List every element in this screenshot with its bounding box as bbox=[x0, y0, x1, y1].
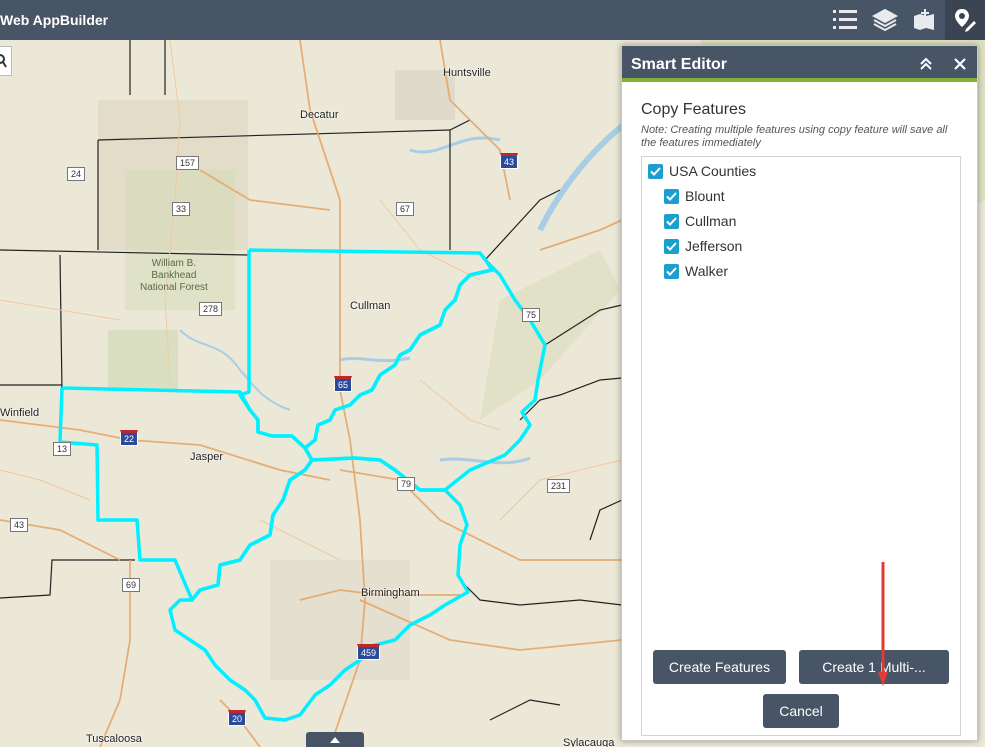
tree-item-label: Walker bbox=[685, 263, 729, 279]
close-icon bbox=[954, 58, 966, 70]
checkbox-checked[interactable] bbox=[648, 163, 663, 179]
highway-shield: 43 bbox=[10, 518, 29, 532]
chevron-up-icon bbox=[330, 736, 340, 743]
tree-item-label: Jefferson bbox=[685, 238, 743, 254]
city-label: Cullman bbox=[350, 300, 391, 312]
checkmark-icon bbox=[650, 166, 661, 176]
legend-icon bbox=[833, 10, 857, 29]
app-title: Web AppBuilder bbox=[0, 12, 109, 28]
checkbox-checked[interactable] bbox=[664, 238, 679, 254]
search-icon bbox=[0, 54, 7, 68]
highway-shield: 69 bbox=[122, 578, 141, 592]
app-header: Web AppBuilder bbox=[0, 0, 985, 40]
copy-features-title: Copy Features bbox=[641, 101, 746, 118]
tree-item-label: Cullman bbox=[685, 213, 737, 229]
double-chevron-up-icon bbox=[920, 57, 932, 70]
smart-editor-icon bbox=[955, 9, 976, 32]
checkbox-checked[interactable] bbox=[664, 213, 679, 229]
tree-item-usa-counties[interactable]: USA Counties bbox=[648, 162, 756, 180]
city-label: Winfield bbox=[0, 407, 40, 419]
highway-shield: 231 bbox=[547, 479, 571, 493]
city-label: Huntsville bbox=[443, 67, 491, 79]
checkmark-icon bbox=[666, 266, 677, 276]
checkmark-icon bbox=[666, 216, 677, 226]
create-features-button[interactable]: Create Features bbox=[653, 650, 786, 684]
red-arrow-annotation bbox=[878, 562, 888, 686]
smart-editor-panel: Smart Editor Copy Features Note: Creatin… bbox=[621, 45, 978, 741]
layers-button[interactable] bbox=[865, 0, 905, 40]
close-panel-button[interactable] bbox=[950, 54, 970, 74]
city-label: Sylacauga bbox=[563, 737, 615, 747]
highway-shield: 157 bbox=[176, 156, 200, 170]
interstate-shield: 22 bbox=[120, 430, 139, 446]
basemap-button[interactable] bbox=[905, 0, 945, 40]
tree-item-walker[interactable]: Walker bbox=[664, 262, 728, 280]
highway-shield: 75 bbox=[522, 308, 541, 322]
layers-icon bbox=[872, 8, 898, 32]
panel-header: Smart Editor bbox=[622, 46, 977, 82]
highway-shield: 79 bbox=[397, 477, 416, 491]
feature-tree: USA Counties Blount Cullman Jefferson Wa… bbox=[641, 156, 961, 736]
smart-editor-button[interactable] bbox=[945, 0, 985, 40]
create-multi-button[interactable]: Create 1 Multi-... bbox=[799, 650, 949, 684]
interstate-shield: 459 bbox=[357, 644, 381, 660]
highway-shield: 24 bbox=[67, 167, 86, 181]
tree-item-cullman[interactable]: Cullman bbox=[664, 212, 736, 230]
city-label: Jasper bbox=[190, 451, 224, 463]
bottom-panel-toggle[interactable] bbox=[306, 732, 364, 747]
tree-item-label: USA Counties bbox=[669, 163, 757, 179]
city-label: Decatur bbox=[300, 109, 339, 121]
collapse-panel-button[interactable] bbox=[916, 54, 936, 74]
basemap-icon bbox=[914, 9, 934, 30]
copy-features-note: Note: Creating multiple features using c… bbox=[641, 124, 948, 149]
checkmark-icon bbox=[666, 191, 677, 201]
checkbox-checked[interactable] bbox=[664, 188, 679, 204]
highway-shield: 13 bbox=[53, 442, 72, 456]
checkmark-icon bbox=[666, 241, 677, 251]
highway-shield: 33 bbox=[172, 202, 191, 216]
interstate-shield: 43 bbox=[500, 153, 519, 169]
interstate-shield: 20 bbox=[228, 710, 247, 726]
tree-item-blount[interactable]: Blount bbox=[664, 187, 725, 205]
panel-title: Smart Editor bbox=[631, 56, 728, 73]
park-label: William B. Bankhead National Forest bbox=[140, 258, 208, 293]
highway-shield: 67 bbox=[396, 202, 415, 216]
tree-item-label: Blount bbox=[685, 188, 725, 204]
highway-shield: 278 bbox=[199, 302, 223, 316]
tree-item-jefferson[interactable]: Jefferson bbox=[664, 237, 742, 255]
legend-button[interactable] bbox=[825, 0, 865, 40]
panel-body: Copy Features Note: Creating multiple fe… bbox=[622, 86, 977, 740]
search-button[interactable] bbox=[0, 46, 12, 76]
interstate-shield: 65 bbox=[334, 376, 353, 392]
city-label: Tuscaloosa bbox=[86, 733, 142, 745]
cancel-button[interactable]: Cancel bbox=[763, 694, 839, 728]
city-label: Birmingham bbox=[361, 587, 420, 599]
checkbox-checked[interactable] bbox=[664, 263, 679, 279]
